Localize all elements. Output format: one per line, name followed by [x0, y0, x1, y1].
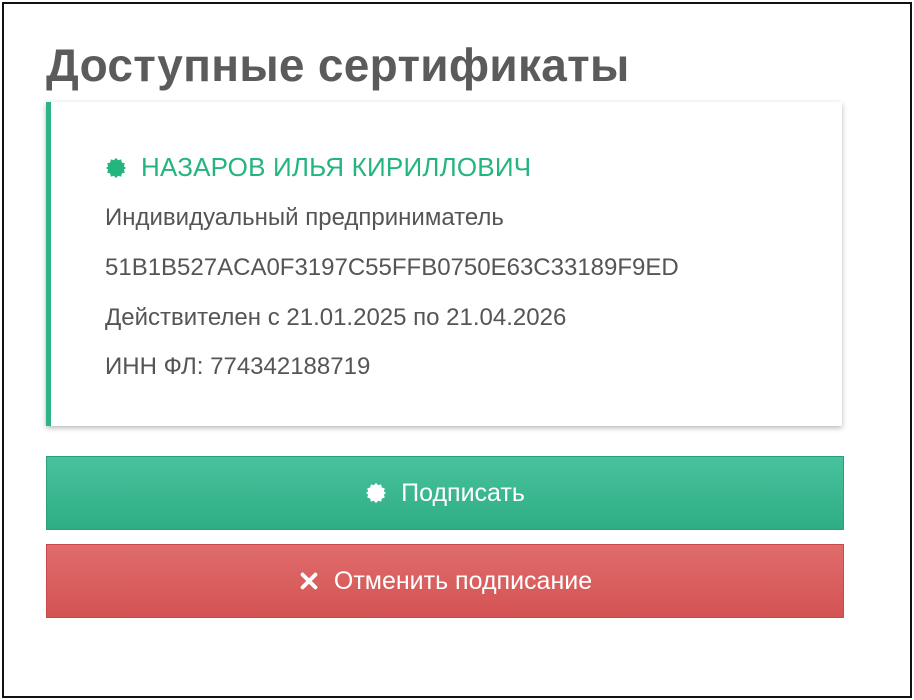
sign-button-label: Подписать [401, 478, 525, 507]
certificate-card[interactable]: НАЗАРОВ ИЛЬЯ КИРИЛЛОВИЧ Индивидуальный п… [46, 102, 842, 426]
window-frame: Доступные сертификаты НАЗАРОВ ИЛЬЯ КИРИЛ… [2, 2, 912, 698]
seal-icon [105, 157, 127, 179]
certificate-validity: Действителен с 21.01.2025 по 21.04.2026 [105, 304, 567, 331]
certificate-inn: ИНН ФЛ: 774342188719 [105, 353, 371, 380]
certificate-name-row: НАЗАРОВ ИЛЬЯ КИРИЛЛОВИЧ [105, 152, 531, 183]
cancel-signing-button[interactable]: Отменить подписание [46, 544, 844, 618]
sign-button[interactable]: Подписать [46, 456, 844, 530]
close-icon [298, 570, 320, 592]
certificate-serial: 51B1B527ACA0F3197C55FFB0750E63C33189F9ED [105, 254, 679, 281]
page-title: Доступные сертификаты [46, 39, 630, 91]
certificate-owner-name: НАЗАРОВ ИЛЬЯ КИРИЛЛОВИЧ [141, 152, 532, 182]
cancel-signing-label: Отменить подписание [333, 566, 593, 595]
certificate-owner-type: Индивидуальный предприниматель [105, 204, 504, 231]
seal-icon [365, 482, 387, 504]
